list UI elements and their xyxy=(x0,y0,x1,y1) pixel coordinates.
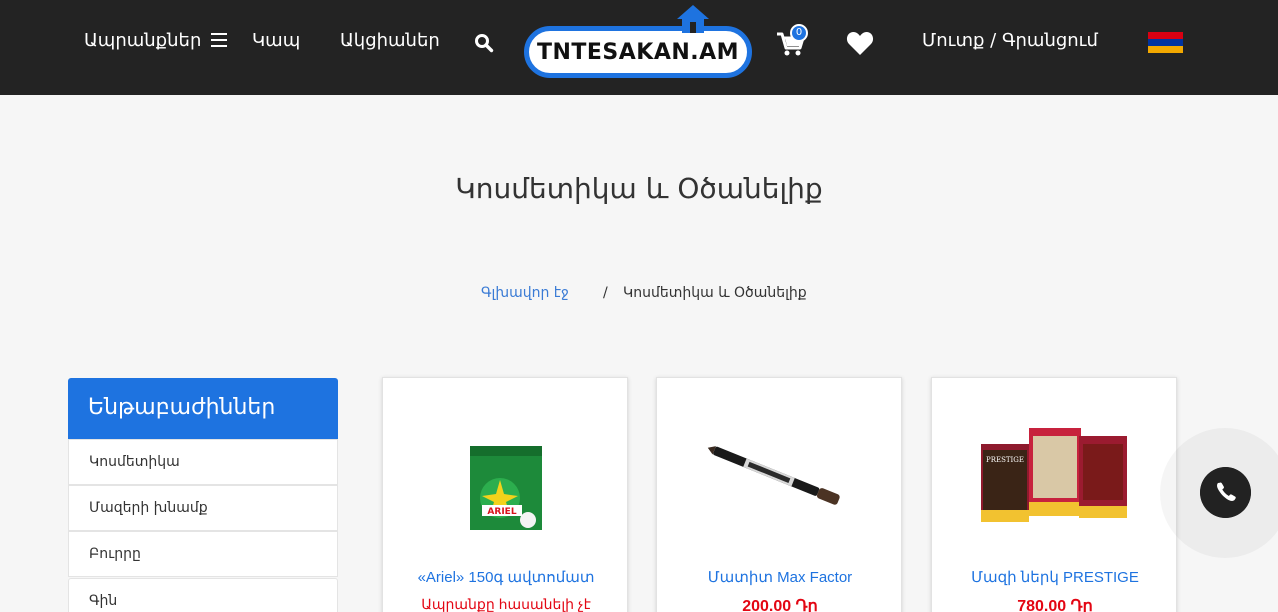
flag-stripe-blue xyxy=(1148,39,1183,46)
phone-icon[interactable] xyxy=(1200,467,1251,518)
hamburger-icon xyxy=(211,33,228,47)
flag-stripe-red xyxy=(1148,32,1183,39)
breadcrumb-home-link[interactable]: Գլխավոր էջ xyxy=(481,285,569,301)
house-icon xyxy=(677,5,709,33)
product-card[interactable]: Մատիտ Max Factor 200.00 Դր xyxy=(656,377,902,612)
product-name[interactable]: Մազի ներկ PRESTIGE xyxy=(932,568,1178,586)
product-card[interactable]: ARIEL «Ariel» 150գ ավտոմատ Ապրանքը հասան… xyxy=(382,377,628,612)
logo-text: TNTESAKAN.AM xyxy=(536,40,740,65)
breadcrumb-separator: / xyxy=(603,285,608,301)
nav-promotions-link[interactable]: Ակցիաներ xyxy=(340,30,440,51)
product-price: 780.00 Դր xyxy=(1017,598,1093,612)
product-availability: Ապրանքը հասանելի չէ xyxy=(421,596,591,612)
cart-count-badge: 0 xyxy=(790,24,808,42)
nav-contact-link[interactable]: Կապ xyxy=(252,30,300,51)
nav-products-menu[interactable]: Ապրանքներ xyxy=(84,30,228,51)
search-icon[interactable] xyxy=(474,33,494,53)
product-name[interactable]: «Ariel» 150գ ավտոմատ xyxy=(383,568,629,586)
logo-frame: TNTESAKAN.AM xyxy=(524,26,752,78)
sidebar-item-cosmetics[interactable]: Կոսմետիկա xyxy=(68,439,338,485)
svg-text:PRESTIGE: PRESTIGE xyxy=(986,456,1024,464)
armenian-flag-icon[interactable] xyxy=(1148,32,1183,53)
breadcrumb-current: Կոսմետիկա և Օծանելիք xyxy=(623,285,807,301)
sidebar-item-fragrance[interactable]: Բուրրը xyxy=(68,531,338,577)
product-image-ariel: ARIEL xyxy=(430,402,580,552)
svg-text:ARIEL: ARIEL xyxy=(487,507,516,517)
sidebar-item-hair-care[interactable]: Մազերի խնամք xyxy=(68,485,338,531)
subcategories-heading: Ենթաբաժիններ xyxy=(68,378,338,439)
flag-stripe-orange xyxy=(1148,46,1183,53)
heart-icon[interactable] xyxy=(846,30,874,56)
product-price: 200.00 Դր xyxy=(742,598,818,612)
sidebar-item-price-filter[interactable]: Գին xyxy=(68,578,338,612)
nav-products-label: Ապրանքներ xyxy=(84,30,202,51)
site-header: Ապրանքներ Կապ Ակցիաներ TNTESAKAN.AM 0 Մո… xyxy=(0,0,1278,95)
product-card[interactable]: PRESTIGE Մազի ներկ PRESTIGE 780.00 Դր xyxy=(931,377,1177,612)
product-image-eye-pencil xyxy=(704,402,854,552)
page-title: Կոսմետիկա և Օծանելիք xyxy=(455,172,823,205)
login-register-link[interactable]: Մուտք / Գրանցում xyxy=(922,30,1098,51)
product-image-hair-dye: PRESTIGE xyxy=(979,402,1129,552)
product-name[interactable]: Մատիտ Max Factor xyxy=(657,568,903,586)
site-logo[interactable]: TNTESAKAN.AM xyxy=(522,4,754,80)
